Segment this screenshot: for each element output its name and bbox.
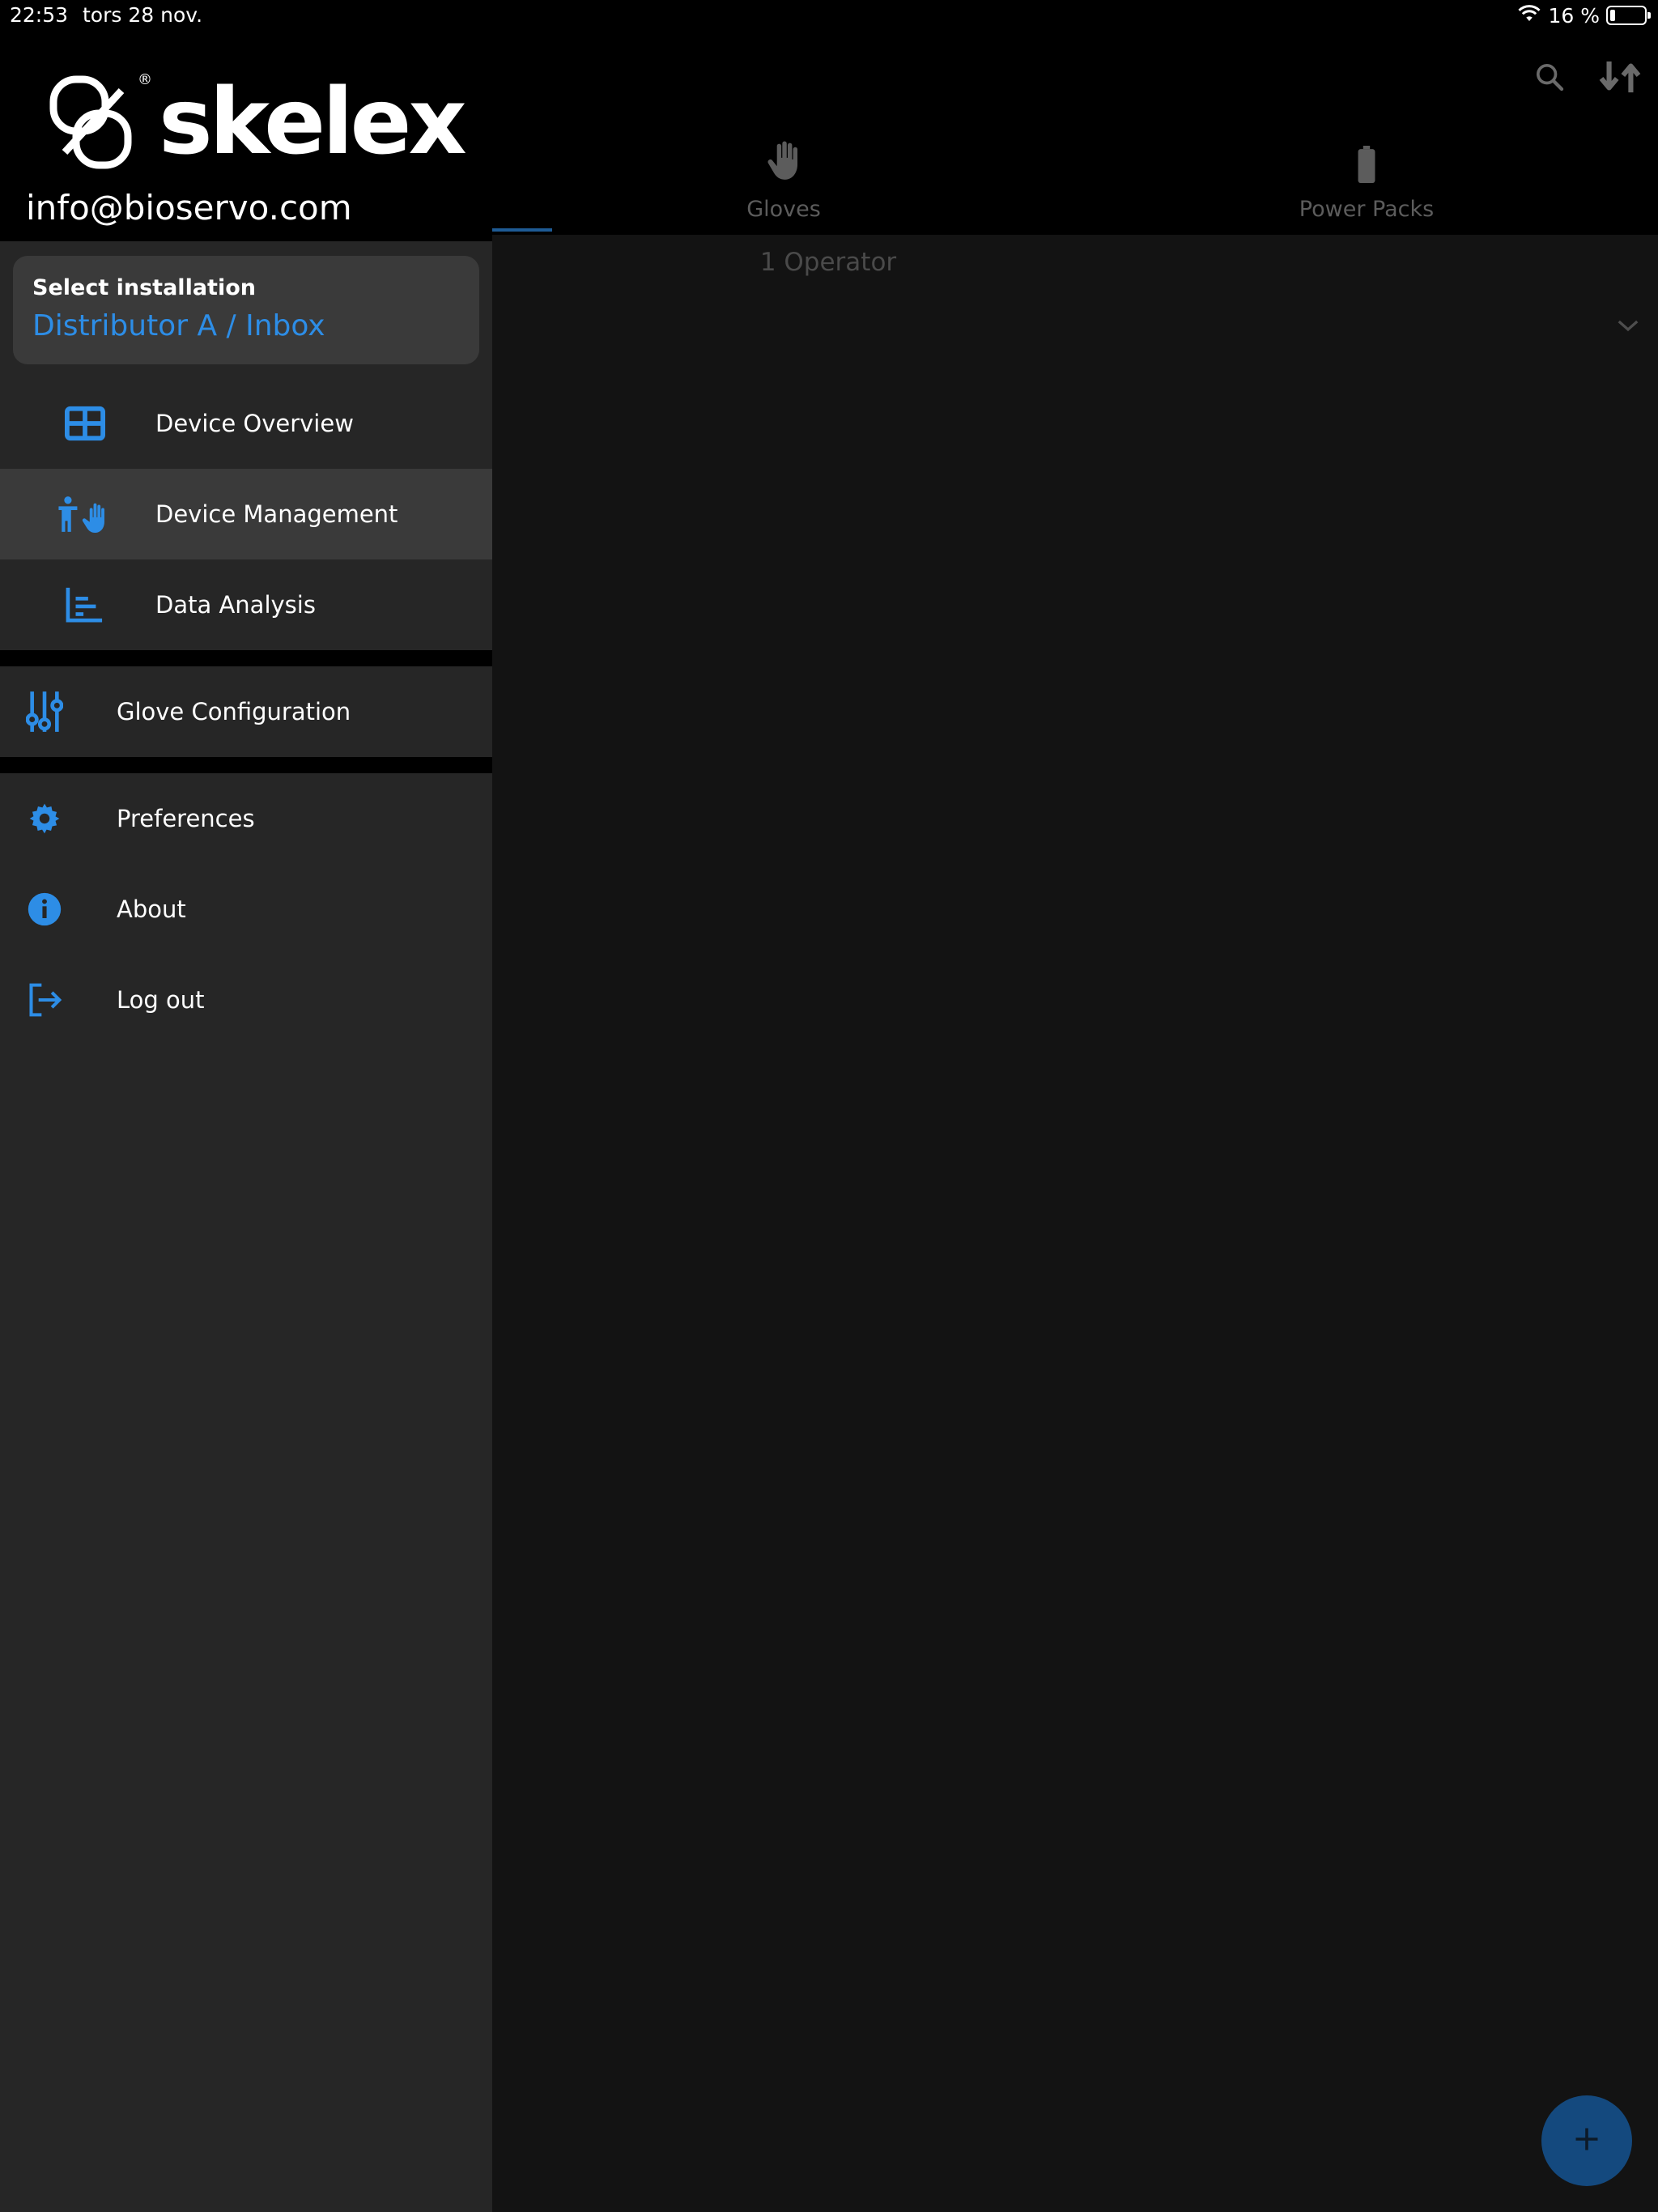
tab-power-packs-label: Power Packs [1299, 197, 1435, 222]
select-installation-card[interactable]: Select installation Distributor A / Inbo… [13, 256, 479, 364]
top-app-bar: Gloves Power Packs [492, 0, 1658, 235]
nav-item-data-analysis[interactable]: Data Analysis [0, 559, 492, 650]
select-installation-label: Select installation [32, 275, 256, 300]
nav-item-about[interactable]: About [0, 864, 492, 955]
person-hand-icon [57, 490, 113, 538]
nav-item-preferences[interactable]: Preferences [0, 773, 492, 864]
nav-item-log-out[interactable]: Log out [0, 955, 492, 1045]
nav-item-device-overview[interactable]: Device Overview [0, 378, 492, 469]
operator-count: 1 Operator [759, 248, 897, 277]
hand-icon [763, 139, 804, 189]
plus-icon [1572, 2125, 1601, 2157]
tab-gloves[interactable]: Gloves [492, 130, 1075, 235]
tab-gloves-label: Gloves [746, 197, 821, 222]
nav-item-label: About [117, 895, 186, 923]
skelex-logo-mark [49, 75, 132, 169]
tab-indicator [492, 228, 552, 232]
sliders-icon [21, 687, 68, 736]
status-date: tors 28 nov. [83, 3, 203, 27]
nav-item-label: Device Management [155, 500, 398, 528]
account-email: info@bioservo.com [26, 188, 352, 228]
status-bar: 22:53 tors 28 nov. 16 % [0, 0, 1658, 34]
battery-status-icon [1606, 6, 1651, 25]
drawer-divider [0, 650, 492, 666]
nav-item-label: Device Overview [155, 410, 354, 437]
drawer-divider [0, 757, 492, 773]
info-icon [21, 885, 68, 934]
config-nav-group: Glove Configuration [0, 666, 492, 757]
nav-item-label: Data Analysis [155, 591, 316, 619]
add-fab-button[interactable] [1541, 2095, 1632, 2186]
nav-item-label: Log out [117, 986, 205, 1014]
logout-icon [21, 976, 68, 1024]
tab-power-packs[interactable]: Power Packs [1075, 130, 1658, 235]
logo-wordmark: skelex [159, 70, 467, 175]
nav-item-label: Preferences [117, 805, 255, 832]
drawer-header: ® skelex info@bioservo.com [0, 0, 492, 241]
device-tabs: Gloves Power Packs [492, 130, 1658, 235]
nav-item-label: Glove Configuration [117, 698, 351, 725]
settings-nav-group: Preferences About Log out [0, 773, 492, 1045]
main-content: Gloves Power Packs 1 Operator [492, 0, 1658, 2212]
navigation-drawer: ® skelex info@bioservo.com Select instal… [0, 0, 492, 2212]
nav-item-glove-configuration[interactable]: Glove Configuration [0, 666, 492, 757]
selected-installation-value: Distributor A / Inbox [32, 309, 325, 342]
gear-icon [21, 794, 68, 843]
battery-icon [1356, 146, 1377, 189]
grid-icon [57, 399, 113, 448]
search-icon[interactable] [1533, 61, 1566, 96]
battery-percent: 16 % [1548, 3, 1600, 28]
wifi-icon [1517, 3, 1541, 28]
chevron-down-icon[interactable] [1616, 317, 1640, 337]
nav-item-device-management[interactable]: Device Management [0, 469, 492, 559]
registered-mark: ® [138, 71, 152, 88]
skelex-logo: ® skelex [49, 70, 467, 175]
device-nav-group: Device Overview Device Management Data A… [0, 378, 492, 650]
status-right: 16 % [1517, 3, 1651, 28]
status-time: 22:53 [10, 3, 69, 27]
sort-icon[interactable] [1598, 58, 1642, 99]
chart-icon [57, 581, 113, 629]
toolbar-actions [1533, 58, 1642, 99]
